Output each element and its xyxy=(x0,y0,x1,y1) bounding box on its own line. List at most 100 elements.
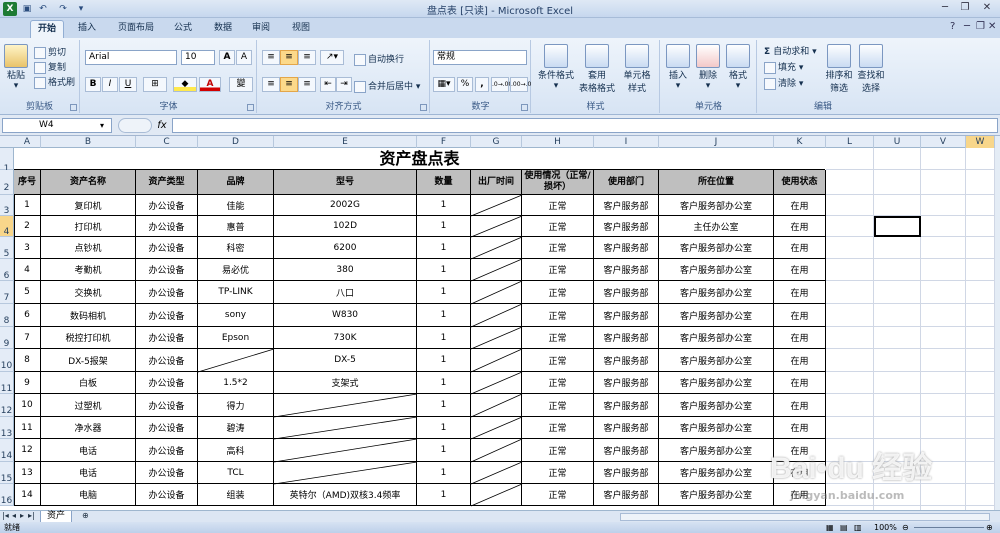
tab-page-layout[interactable]: 页面布局 xyxy=(112,20,160,38)
table-cell[interactable]: 客户服务部 xyxy=(594,372,659,394)
tab-data[interactable]: 数据 xyxy=(208,20,238,38)
zoom-level[interactable]: 100% xyxy=(874,522,897,533)
table-cell[interactable]: 7 xyxy=(14,327,41,349)
table-cell[interactable]: 白板 xyxy=(41,372,136,394)
horizontal-scrollbar[interactable] xyxy=(620,513,990,521)
table-cell[interactable]: 10 xyxy=(14,394,41,417)
format-button[interactable]: 格式 ▾ xyxy=(723,44,753,91)
table-cell[interactable]: 数码相机 xyxy=(41,304,136,327)
table-cell[interactable]: 正常 xyxy=(522,462,594,484)
cell-styles-button[interactable]: 单元格 样式 xyxy=(618,44,656,94)
row-header[interactable]: 11 xyxy=(0,372,14,394)
table-cell[interactable]: 客户服务部 xyxy=(594,216,659,237)
column-header[interactable]: A xyxy=(14,136,41,148)
fill-color-button[interactable]: ◆ xyxy=(173,77,197,92)
table-cell[interactable]: 办公设备 xyxy=(136,237,198,259)
table-cell[interactable]: 八口 xyxy=(274,281,417,304)
sort-filter-button[interactable]: 排序和 筛选 xyxy=(824,44,854,94)
row-header[interactable]: 10 xyxy=(0,349,14,372)
table-cell[interactable]: 客户服务部 xyxy=(594,304,659,327)
table-cell[interactable]: 考勤机 xyxy=(41,259,136,281)
maximize-button[interactable]: ❐ xyxy=(955,1,975,15)
table-cell[interactable]: 办公设备 xyxy=(136,281,198,304)
table-cell[interactable]: sony xyxy=(198,304,274,327)
autosum-button[interactable]: Σ 自动求和 ▾ xyxy=(764,44,817,57)
table-cell[interactable] xyxy=(471,484,522,506)
table-cell[interactable]: 正常 xyxy=(522,281,594,304)
table-cell[interactable]: 客户服务部 xyxy=(594,439,659,462)
table-cell[interactable] xyxy=(274,462,417,484)
tab-formulas[interactable]: 公式 xyxy=(168,20,198,38)
table-cell[interactable]: 组装 xyxy=(198,484,274,506)
table-cell[interactable]: 客户服务部办公室 xyxy=(659,372,774,394)
shrink-font-button[interactable]: A xyxy=(236,50,252,65)
table-cell[interactable] xyxy=(274,417,417,439)
table-cell[interactable]: 办公设备 xyxy=(136,327,198,349)
italic-button[interactable]: I xyxy=(102,77,118,92)
table-cell[interactable]: 在用 xyxy=(774,417,826,439)
vertical-scrollbar[interactable] xyxy=(995,136,1000,510)
table-cell[interactable]: 得力 xyxy=(198,394,274,417)
table-cell[interactable] xyxy=(471,216,522,237)
table-cell[interactable]: 1 xyxy=(417,304,471,327)
table-cell[interactable]: 1 xyxy=(417,237,471,259)
table-cell[interactable]: 1 xyxy=(417,462,471,484)
align-bottom-button[interactable]: ≡ xyxy=(298,50,316,65)
table-cell[interactable]: 11 xyxy=(14,417,41,439)
row-header[interactable]: 6 xyxy=(0,259,14,281)
table-cell[interactable]: TCL xyxy=(198,462,274,484)
row-header[interactable]: 1 xyxy=(0,148,14,174)
table-cell[interactable]: 客户服务部办公室 xyxy=(659,304,774,327)
normal-view-icon[interactable]: ▦ xyxy=(826,522,834,533)
table-cell[interactable]: 办公设备 xyxy=(136,417,198,439)
number-format-box[interactable]: 常规 xyxy=(433,50,527,65)
currency-button[interactable]: ▦▾ xyxy=(433,77,455,92)
font-dialog-launcher[interactable] xyxy=(247,104,254,111)
column-header[interactable]: L xyxy=(826,136,874,148)
table-cell[interactable]: TP-LINK xyxy=(198,281,274,304)
align-center-button[interactable]: ≡ xyxy=(280,77,298,92)
table-cell[interactable]: 客户服务部 xyxy=(594,281,659,304)
align-left-button[interactable]: ≡ xyxy=(262,77,280,92)
fill-button[interactable]: 填充 ▾ xyxy=(764,60,803,74)
table-cell[interactable]: 客户服务部办公室 xyxy=(659,259,774,281)
table-cell[interactable]: 380 xyxy=(274,259,417,281)
table-cell[interactable]: 客户服务部 xyxy=(594,394,659,417)
clipboard-dialog-launcher[interactable] xyxy=(70,104,77,111)
table-cell[interactable]: 客户服务部办公室 xyxy=(659,237,774,259)
next-sheet-icon[interactable]: ▸ xyxy=(20,511,24,520)
orientation-button[interactable]: ↗▾ xyxy=(320,50,344,65)
column-header[interactable]: F xyxy=(417,136,471,148)
table-cell[interactable]: 1 xyxy=(417,439,471,462)
column-header[interactable]: K xyxy=(774,136,826,148)
table-cell[interactable]: 电话 xyxy=(41,462,136,484)
row-header[interactable]: 2 xyxy=(0,170,14,195)
table-cell[interactable]: 4 xyxy=(14,259,41,281)
tab-review[interactable]: 审阅 xyxy=(246,20,276,38)
number-dialog-launcher[interactable] xyxy=(521,104,528,111)
table-cell[interactable]: 英特尔（AMD)双核3.4频率 xyxy=(274,484,417,506)
table-cell[interactable] xyxy=(471,304,522,327)
table-cell[interactable]: 正常 xyxy=(522,417,594,439)
delete-button[interactable]: 删除 ▾ xyxy=(693,44,723,91)
table-cell[interactable]: 在用 xyxy=(774,484,826,506)
help-icon[interactable]: ? xyxy=(950,21,955,32)
format-as-table-button[interactable]: 套用 表格格式 xyxy=(578,44,616,94)
decrease-decimal-button[interactable]: .00→.0 xyxy=(510,77,531,92)
table-cell[interactable] xyxy=(471,327,522,349)
table-cell[interactable]: 主任办公室 xyxy=(659,216,774,237)
column-header[interactable]: U xyxy=(874,136,921,148)
page-layout-view-icon[interactable]: ▤ xyxy=(840,522,848,533)
cut-button[interactable]: 剪切 xyxy=(34,45,66,59)
insert-function-button[interactable]: fx xyxy=(154,118,170,133)
paste-button[interactable]: 粘贴 ▾ xyxy=(3,44,29,91)
table-cell[interactable] xyxy=(471,259,522,281)
table-cell[interactable]: 在用 xyxy=(774,462,826,484)
column-header[interactable]: I xyxy=(594,136,659,148)
row-header[interactable]: 12 xyxy=(0,394,14,417)
font-name-box[interactable]: Arial xyxy=(85,50,177,65)
table-cell[interactable]: 13 xyxy=(14,462,41,484)
table-cell[interactable]: 客户服务部办公室 xyxy=(659,484,774,506)
column-header[interactable]: J xyxy=(659,136,774,148)
table-cell[interactable]: 在用 xyxy=(774,237,826,259)
